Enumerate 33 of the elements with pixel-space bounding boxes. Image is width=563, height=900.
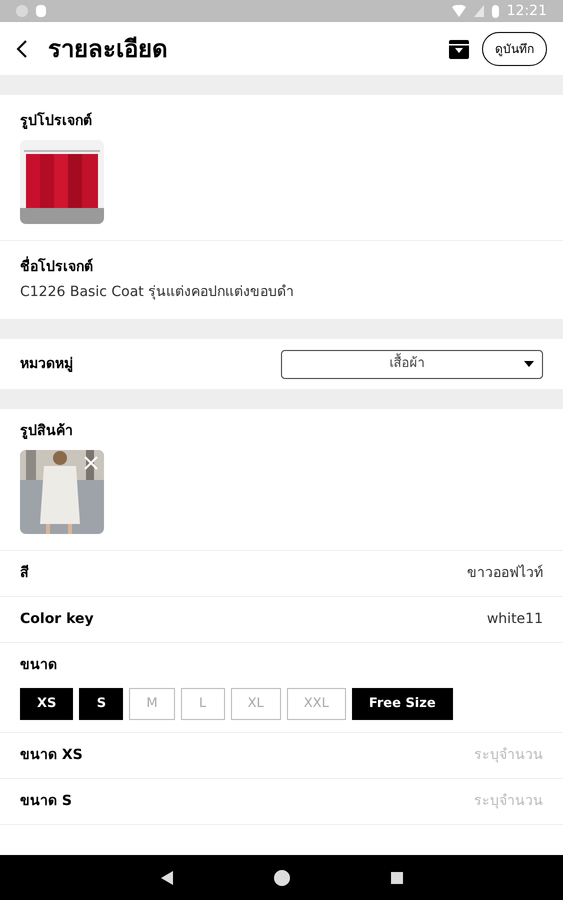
field-label: ขนาด XS xyxy=(20,746,83,765)
back-icon[interactable] xyxy=(160,870,172,884)
page-title: รายละเอียด xyxy=(48,34,168,64)
sd-card-icon xyxy=(36,5,46,17)
category-dropdown[interactable]: เสื้อผ้า xyxy=(281,350,543,378)
field-label: ขนาด xyxy=(20,656,58,675)
saved-button[interactable]: ดูบันทึก xyxy=(482,32,547,66)
close-icon[interactable] xyxy=(84,456,98,470)
signal-icon xyxy=(474,5,484,17)
size-option[interactable]: XS xyxy=(20,688,74,720)
caret-icon xyxy=(524,361,534,367)
section-label: รูปโปรเจกต์ xyxy=(20,111,93,131)
color-key-value: white11 xyxy=(486,610,543,629)
recents-icon[interactable] xyxy=(390,872,402,884)
color-value: ขาวออฟไวท์ xyxy=(467,564,543,583)
size-option[interactable]: S xyxy=(79,688,124,720)
field-label: Color key xyxy=(20,610,94,629)
section-label: รูปสินค้า xyxy=(20,422,74,441)
back-icon[interactable] xyxy=(16,40,28,58)
quantity-field[interactable]: ระบุจำนวน xyxy=(383,791,543,812)
battery-icon xyxy=(492,4,499,18)
field-label: สี xyxy=(20,564,29,583)
size-option[interactable]: Free Size xyxy=(352,688,453,720)
quantity-field[interactable]: ระบุจำนวน xyxy=(383,745,543,766)
archive-icon[interactable] xyxy=(448,38,470,60)
field-label: ขนาด S xyxy=(20,792,72,811)
field-label: ชื่อโปรเจกต์ xyxy=(20,257,543,278)
notification-icon xyxy=(16,5,28,17)
home-icon[interactable] xyxy=(272,868,290,886)
project-name: C1226 Basic Coat รุ่นแต่งคอปกแต่งขอบดำ xyxy=(20,283,296,302)
field-label: หมวดหมู่ xyxy=(20,354,73,374)
clock: 12:21 xyxy=(506,2,547,20)
wifi-icon xyxy=(452,5,466,17)
